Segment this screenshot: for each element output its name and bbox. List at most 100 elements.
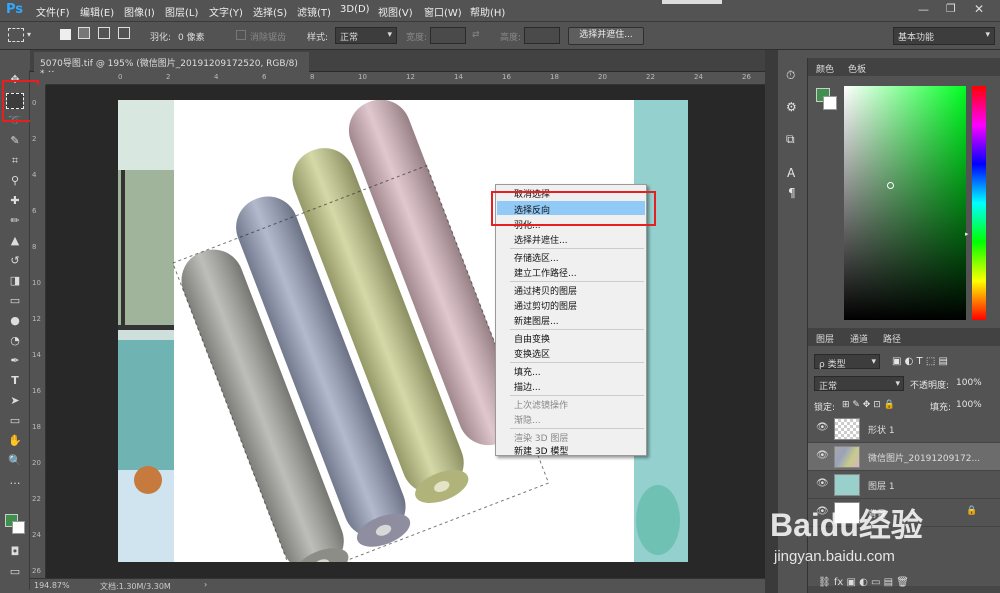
properties-icon[interactable]: ⚙ [786,100,797,114]
eyedropper-tool-icon[interactable]: ⚲ [6,173,24,189]
brush-tool-icon[interactable]: ✏ [6,213,24,229]
intersect-selection-icon[interactable] [118,27,130,39]
minimize-icon[interactable]: — [918,3,929,16]
gradient-tool-icon[interactable]: ▭ [6,293,24,309]
filter-icons[interactable]: ▣ ◐ T ⬚ ▤ [892,356,948,367]
tab-color[interactable]: 颜色 [816,62,834,75]
healing-brush-icon[interactable]: ✚ [6,193,24,209]
color-field[interactable] [844,86,966,320]
blend-mode-select[interactable]: 正常 ▾ [814,376,904,392]
swap-icon[interactable]: ⇄ [472,30,480,40]
close-window-icon[interactable]: ✕ [974,2,984,16]
ctx-layer-via-cut[interactable]: 通过剪切的图层 [514,299,577,312]
eye-icon[interactable]: 👁 [816,422,829,433]
feather-input[interactable]: 0 像素 [178,30,205,43]
path-select-icon[interactable]: ➤ [6,393,24,409]
style-label: 样式: [307,33,329,43]
hand-tool-icon[interactable]: ✋ [6,433,24,449]
layers-panel-tabs [808,328,1000,346]
quick-mask-icon[interactable]: ◘ [6,544,24,560]
background-color-swatch[interactable] [12,521,25,534]
paragraph-icon[interactable]: ¶ [788,186,796,200]
character-icon[interactable]: A [787,166,795,180]
hue-slider[interactable] [972,86,986,320]
layer-name[interactable]: 微信图片_20191209172... [868,451,980,464]
ctx-stroke[interactable]: 描边... [514,380,541,393]
menu-help[interactable]: 帮助(H) [470,4,505,19]
height-input[interactable] [524,27,560,44]
ctx-select-and-mask[interactable]: 选择并遮住... [514,233,568,246]
ruler-tick: 0 [32,99,37,107]
ctx-layer-via-copy[interactable]: 通过拷贝的图层 [514,284,577,297]
ctx-save-selection[interactable]: 存储选区... [514,251,559,264]
ctx-new-layer[interactable]: 新建图层... [514,314,559,327]
more-tools-icon[interactable]: … [6,473,24,489]
screen-mode-icon[interactable]: ▭ [6,564,24,580]
menu-3d[interactable]: 3D(D) [340,4,370,15]
eye-icon[interactable]: 👁 [816,478,829,489]
menu-layer[interactable]: 图层(L) [165,4,198,19]
width-input[interactable] [430,27,466,44]
chevron-down-icon[interactable]: ▾ [27,30,31,39]
history-brush-icon[interactable]: ↺ [6,253,24,269]
tab-paths[interactable]: 路径 [883,332,901,345]
layer-actions[interactable]: ⛓ fx ▣ ◐ ▭ ▤ 🗑 [818,577,909,588]
menu-edit[interactable]: 编辑(E) [80,4,114,19]
pen-tool-icon[interactable]: ✒ [6,353,24,369]
dodge-tool-icon[interactable]: ◔ [6,333,24,349]
marquee-preset-icon[interactable] [8,28,24,42]
type-tool-icon[interactable]: T [6,373,24,389]
restore-icon[interactable]: ❐ [946,2,956,15]
opacity-value[interactable]: 100% [956,378,982,388]
new-selection-icon[interactable] [60,29,71,40]
crop-tool-icon[interactable]: ⌗ [6,153,24,169]
shape-tool-icon[interactable]: ▭ [6,413,24,429]
layer-kind-filter[interactable]: ρ 类型 ▾ [814,354,880,370]
add-selection-icon[interactable] [78,27,90,39]
menu-file[interactable]: 文件(F) [36,4,70,19]
document-tab[interactable]: 5070导图.tif @ 195% (微信图片_20191209172520, … [34,52,309,79]
style-select[interactable]: 正常 ▾ [335,27,397,44]
tab-channels[interactable]: 通道 [850,332,868,345]
workspace-select[interactable]: 基本功能 ▾ [893,27,995,45]
layer-name[interactable]: 图层 1 [868,479,895,492]
ctx-last-filter: 上次滤镜操作 [514,401,569,411]
quick-select-tool-icon[interactable]: ✎ [6,133,24,149]
ctx-free-transform[interactable]: 自由变换 [514,332,550,345]
panel-background-swatch[interactable] [823,96,837,110]
menu-filter[interactable]: 滤镜(T) [297,4,331,19]
history-icon[interactable]: ⏱ [786,68,795,83]
eye-icon[interactable]: 👁 [816,450,829,461]
lock-icons[interactable]: ⊞ ✎ ✥ ⊡ 🔒 [842,400,895,410]
menu-select[interactable]: 选择(S) [253,4,287,19]
adjust-icon[interactable]: ⧉ [786,132,795,147]
menu-type[interactable]: 文字(Y) [209,4,243,19]
ctx-fill[interactable]: 填充... [514,365,541,378]
menu-image[interactable]: 图像(I) [124,4,155,19]
menu-window[interactable]: 窗口(W) [424,4,462,19]
ruler-tick: 12 [32,315,41,323]
zoom-readout[interactable]: 194.87% [34,581,70,590]
select-and-mask-button[interactable]: 选择并遮住... [568,27,644,45]
status-menu-icon[interactable]: › [204,580,207,589]
window-strip [662,0,722,4]
blur-tool-icon[interactable]: ● [6,313,24,329]
layer-row[interactable]: 👁 图层 1 [808,471,1000,499]
tab-swatches[interactable]: 色板 [848,62,866,75]
antialias-checkbox[interactable] [236,30,246,40]
ctx-make-work-path[interactable]: 建立工作路径... [514,266,577,279]
zoom-tool-icon[interactable]: 🔍 [6,453,24,469]
ruler-tick: 26 [742,73,751,81]
menu-view[interactable]: 视图(V) [378,4,413,19]
subtract-selection-icon[interactable] [98,27,110,39]
layer-name[interactable]: 形状 1 [868,423,895,436]
ctx-new-3d-model[interactable]: 新建 3D 模型 [514,444,568,457]
color-picker-cursor[interactable] [887,182,894,189]
tab-layers[interactable]: 图层 [816,332,834,345]
fill-value[interactable]: 100% [956,400,982,410]
ctx-transform-selection[interactable]: 变换选区 [514,347,550,360]
stamp-tool-icon[interactable]: ▲ [6,233,24,249]
eraser-tool-icon[interactable]: ◨ [6,273,24,289]
layer-row[interactable]: 👁 形状 1 [808,415,1000,443]
layer-row-selected[interactable]: 👁 微信图片_20191209172... [808,443,1000,471]
